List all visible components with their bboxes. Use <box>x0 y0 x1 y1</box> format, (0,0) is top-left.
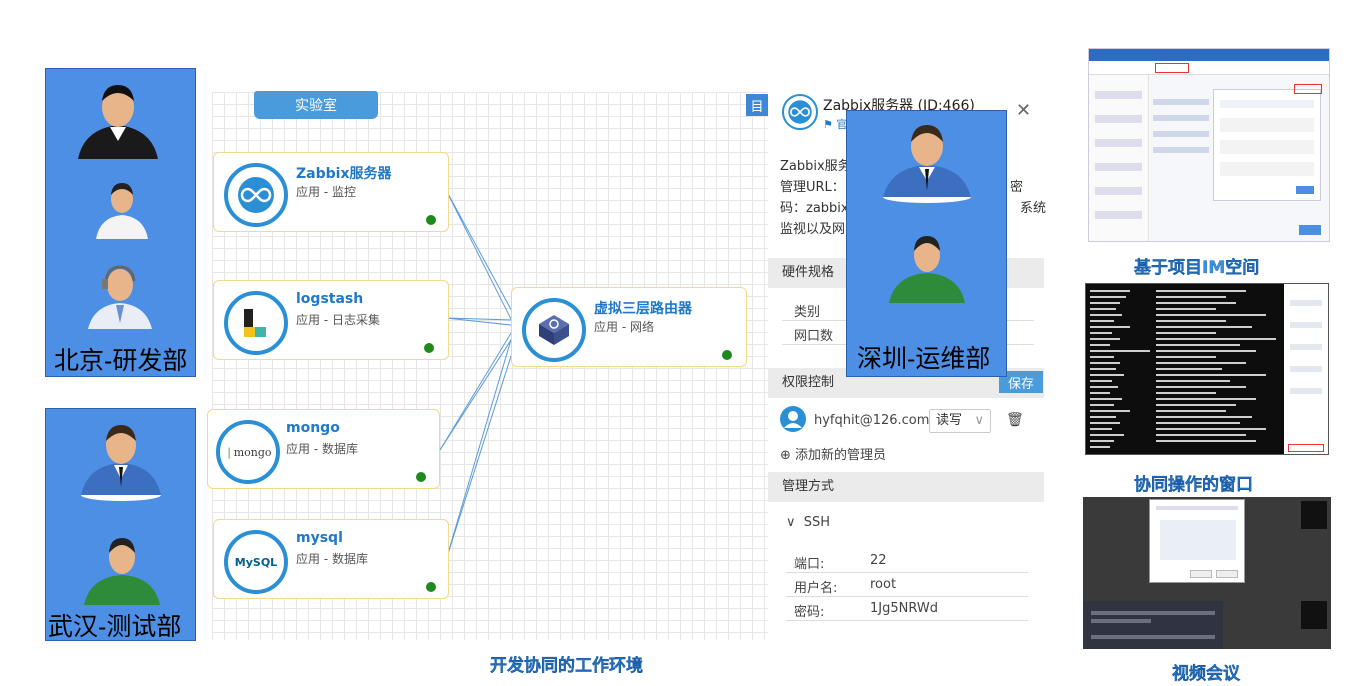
group-label: 北京-研发部 <box>54 347 188 375</box>
workspace-caption: 开发协同的工作环境 <box>490 656 643 676</box>
mongo-logo-text: mongo <box>233 445 272 459</box>
user-avatar-icon <box>780 406 806 432</box>
collab-sidebar <box>1284 284 1328 454</box>
node-mongo[interactable]: ❘mongo mongo 应用 - 数据库 <box>207 409 440 489</box>
terminal-screenshot <box>1085 283 1329 455</box>
node-mysql[interactable]: MySQL mysql 应用 - 数据库 <box>213 519 449 599</box>
chevron-down-icon: ∨ <box>786 515 800 530</box>
lab-tab[interactable]: 实验室 <box>254 91 378 119</box>
im-screenshot <box>1088 48 1330 242</box>
status-online-dot <box>426 582 436 592</box>
person-avatar-icon <box>889 236 965 303</box>
node-logstash[interactable]: logstash 应用 - 日志采集 <box>213 280 449 360</box>
mongodb-icon: ❘mongo <box>216 420 280 484</box>
node-subtitle: 应用 - 监控 <box>296 185 356 199</box>
video-tile <box>1301 601 1327 629</box>
ssh-label: SSH <box>803 515 831 530</box>
ssh-toggle[interactable]: ∨ SSH <box>786 515 830 530</box>
group-beijing[interactable]: 北京-研发部 <box>45 68 196 377</box>
node-title: Zabbix服务器 <box>296 166 392 182</box>
hw-category-label: 类别 <box>794 305 821 320</box>
port-label: 端口: <box>794 557 825 572</box>
node-title: mongo <box>286 420 340 436</box>
divider <box>786 620 1028 621</box>
port-value: 22 <box>870 553 887 568</box>
im-chat-area <box>1153 89 1209 209</box>
divider <box>786 572 1028 573</box>
status-online-dot <box>416 472 426 482</box>
group-shenzhen[interactable]: 深圳-运维部 <box>846 110 1007 377</box>
group-wuhan[interactable]: 武汉-测试部 <box>45 408 196 641</box>
group-label: 武汉-测试部 <box>48 613 182 641</box>
trash-icon[interactable]: 🗑 <box>1006 412 1024 428</box>
password-value: 1Jg5NRWd <box>870 601 938 616</box>
terminal-text-lines <box>1090 290 1276 448</box>
add-admin-label: 添加新的管理员 <box>795 448 887 463</box>
node-subtitle: 应用 - 网络 <box>594 320 654 334</box>
flag-icon: ⚑ <box>823 118 837 131</box>
mysql-logo-text: MySQL <box>234 555 278 569</box>
close-icon[interactable]: ✕ <box>1016 100 1031 121</box>
zabbix-infinity-icon <box>224 163 288 227</box>
node-subtitle: 应用 - 数据库 <box>296 552 368 566</box>
group-label: 深圳-运维部 <box>857 345 991 373</box>
support-agent-icon <box>88 265 152 329</box>
person-avatar-icon <box>96 183 148 239</box>
video-caption: 视频会议 <box>1172 664 1240 684</box>
logstash-icon <box>224 291 288 355</box>
person-avatar-icon <box>81 425 161 501</box>
zabbix-infinity-icon <box>782 94 818 130</box>
password-label: 密码: <box>794 605 825 620</box>
chat-notifications <box>1083 601 1223 649</box>
status-online-dot <box>424 343 434 353</box>
node-title: mysql <box>296 530 343 546</box>
permission-select[interactable]: 读写 ∨ <box>929 409 991 433</box>
node-subtitle: 应用 - 数据库 <box>286 442 358 456</box>
im-titlebar <box>1089 49 1329 61</box>
person-avatar-icon <box>883 125 971 203</box>
im-highlight-box <box>1155 63 1189 73</box>
person-avatar-icon <box>84 538 160 605</box>
router-icon <box>522 298 586 362</box>
user-label: 用户名: <box>794 581 838 596</box>
video-tile <box>1301 501 1327 529</box>
person-avatar-icon <box>78 85 158 159</box>
user-value: root <box>870 577 897 592</box>
im-member-dialog <box>1213 84 1322 201</box>
divider <box>786 596 1028 597</box>
shared-document-window <box>1149 499 1245 583</box>
node-zabbix[interactable]: Zabbix服务器 应用 - 监控 <box>213 152 449 232</box>
video-conference-screenshot <box>1083 497 1331 649</box>
panel-subtitle: ⚑ 官 <box>823 116 847 132</box>
plus-circle-icon: ⊕ <box>780 448 796 463</box>
desc-text: 管理URL： <box>780 180 845 195</box>
status-online-dot <box>722 350 732 360</box>
im-toolbar <box>1089 61 1329 75</box>
admin-email: hyfqhit@126.com <box>814 413 930 428</box>
add-admin-link[interactable]: ⊕ 添加新的管理员 <box>780 444 886 463</box>
node-router[interactable]: 虚拟三层路由器 应用 - 网络 <box>511 287 747 367</box>
im-contact-list <box>1089 75 1149 241</box>
im-caption: 基于项目IM空间 <box>1134 258 1260 278</box>
status-online-dot <box>426 215 436 225</box>
permission-value: 读写 <box>936 413 963 428</box>
node-title: logstash <box>296 291 364 307</box>
node-subtitle: 应用 - 日志采集 <box>296 313 380 327</box>
mysql-dolphin-icon: MySQL <box>224 530 288 594</box>
desc-text: 系统 <box>1020 201 1047 216</box>
chevron-down-icon: ∨ <box>974 413 984 428</box>
canvas-toolbar-button[interactable]: 目 <box>746 94 768 116</box>
section-management: 管理方式 <box>768 472 1044 502</box>
desc-text: 码：zabbix <box>780 201 849 216</box>
node-title: 虚拟三层路由器 <box>594 301 692 317</box>
desc-text: 密 <box>1010 180 1024 195</box>
collab-caption: 协同操作的窗口 <box>1134 475 1253 495</box>
hw-ports-label: 网口数 <box>794 329 834 344</box>
